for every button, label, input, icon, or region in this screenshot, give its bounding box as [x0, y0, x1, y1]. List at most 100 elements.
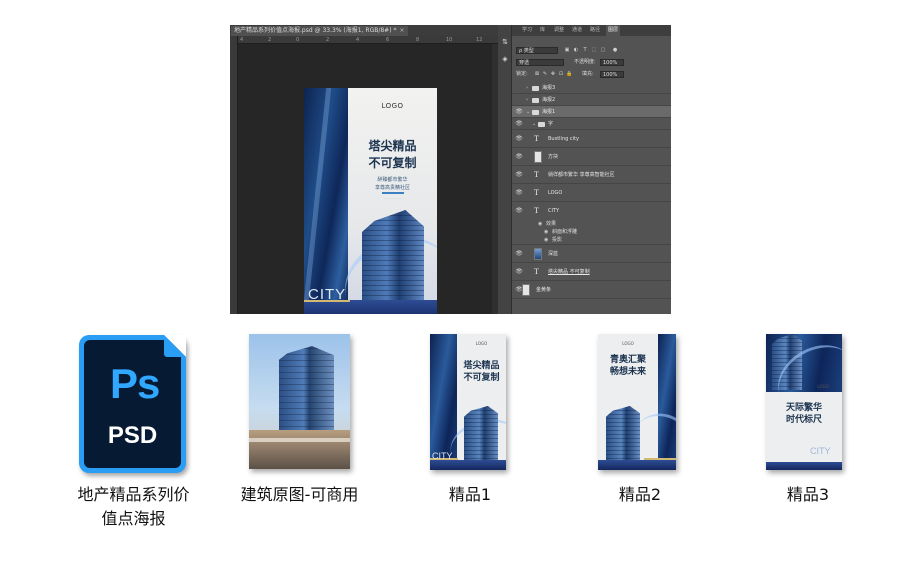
lock-row: 锁定: ⊠ ✎ ✥ ⊡ 🔒 填充: 100%: [512, 69, 671, 80]
layer-row[interactable]: 👁 T Bustling city: [512, 130, 671, 148]
chevron-down-icon[interactable]: ⌄: [526, 106, 530, 118]
layer-row[interactable]: 👁 ⌄ 字: [512, 118, 671, 130]
file-label-photo[interactable]: 建筑原图-可商用: [230, 483, 369, 507]
panel-tool-strip: ⇅ ◈: [498, 25, 512, 314]
poster-base: [766, 462, 842, 470]
eye-icon[interactable]: 👁: [515, 148, 523, 166]
layer-row[interactable]: › 海报2: [512, 94, 671, 106]
poster-building: [464, 406, 498, 466]
poster-thumbnail-3[interactable]: LOGO 天际繁华 时代标尺 CITY: [766, 334, 842, 470]
poster-title-line: 塔尖精品: [463, 361, 500, 371]
layer-row[interactable]: 👁 金黄条: [512, 281, 671, 299]
effect-item-row[interactable]: ◉ 投影: [512, 236, 671, 245]
tab-channels[interactable]: 通道: [572, 25, 582, 36]
horizontal-ruler: 4 2 0 2 4 6 8 10 12: [238, 36, 498, 44]
tab-paths[interactable]: 路径: [590, 25, 600, 36]
shape-filter-icon[interactable]: ⬚: [591, 47, 597, 53]
building-photo-thumbnail[interactable]: [249, 334, 350, 469]
fill-input[interactable]: 100%: [600, 71, 624, 78]
layer-row[interactable]: › 海报3: [512, 82, 671, 94]
file-label-poster-3[interactable]: 精品3: [768, 483, 848, 507]
lock-all-icon[interactable]: 🔒: [566, 71, 572, 77]
folder-icon: [532, 98, 539, 103]
layer-thumbnail: [522, 284, 530, 296]
properties-icon[interactable]: ◈: [501, 55, 509, 63]
chevron-down-icon[interactable]: ⌄: [532, 118, 536, 130]
layer-filter-select[interactable]: ρ 类型: [516, 47, 558, 54]
eye-icon[interactable]: 👁: [515, 184, 523, 202]
eye-icon[interactable]: ◉: [544, 236, 548, 244]
poster-title-line: 时代标尺: [785, 415, 822, 425]
eye-icon[interactable]: 👁: [515, 130, 523, 148]
ruler-tick: 8: [416, 37, 420, 43]
poster-thumbnail-2[interactable]: LOGO 青奥汇聚 畅想未来: [598, 334, 676, 470]
chevron-right-icon[interactable]: ›: [526, 82, 528, 94]
file-label-psd[interactable]: 地产精品系列价 值点海报: [62, 483, 205, 531]
poster-city-text: CITY: [308, 286, 347, 303]
poster-subtitle-line: 醉臻都市繁华: [377, 177, 408, 183]
opacity-label: 不透明度:: [574, 59, 596, 65]
tab-layers[interactable]: 图层: [606, 25, 621, 36]
lock-artboard-icon[interactable]: ⊡: [558, 71, 564, 77]
poster-title: 青奥汇聚 畅想未来: [598, 354, 658, 378]
ruler-tick: 10: [446, 37, 453, 43]
file-label-poster-2[interactable]: 精品2: [600, 483, 680, 507]
document-tab[interactable]: 地产精品系列价值点海报.psd @ 33.3% (海报1, RGB/8#) * ×: [231, 26, 408, 36]
effect-name: 投影: [552, 237, 563, 243]
text-filter-icon[interactable]: T: [582, 47, 588, 53]
document-canvas[interactable]: LOGO 塔尖精品 不可复制 醉臻都市繁华 享尊高贵精社区 ··········…: [238, 44, 498, 314]
eye-icon[interactable]: 👁: [515, 245, 523, 263]
filter-toggle-icon[interactable]: ●: [612, 47, 618, 53]
poster-title-line: 不可复制: [463, 373, 500, 383]
layer-row[interactable]: 👁 T CITY: [512, 202, 671, 220]
layer-name: 方块: [548, 154, 559, 160]
effect-item-row[interactable]: ◉ 斜面和浮雕: [512, 228, 671, 236]
lock-move-icon[interactable]: ✥: [550, 71, 556, 77]
layer-name: 深蓝: [548, 251, 559, 257]
pixel-filter-icon[interactable]: ▣: [564, 47, 570, 53]
file-label-poster-1[interactable]: 精品1: [430, 483, 510, 507]
blend-mode-select[interactable]: 穿透: [516, 59, 564, 66]
poster-artboard[interactable]: LOGO 塔尖精品 不可复制 醉臻都市繁华 享尊高贵精社区 ··········…: [304, 88, 437, 314]
eye-icon[interactable]: 👁: [515, 118, 523, 130]
photo-tower: [279, 346, 334, 438]
close-icon[interactable]: ×: [399, 27, 404, 34]
photoshop-psd-icon[interactable]: Ps PSD: [79, 335, 186, 473]
chevron-right-icon[interactable]: ›: [526, 94, 528, 106]
tab-library[interactable]: 库: [540, 25, 545, 36]
eye-icon[interactable]: 👁: [515, 166, 523, 184]
layer-row[interactable]: 👁 T LOGO: [512, 184, 671, 202]
layers-panel: ⇅ ◈ 学习 库 调整 通道 路径 图层 ρ 类型 ▣ ◐ T ⬚ ▢ ● 穿透…: [498, 25, 671, 314]
poster-logo: LOGO: [622, 341, 634, 346]
history-icon[interactable]: ⇅: [501, 38, 509, 46]
layer-thumbnail: [534, 151, 542, 163]
layer-row[interactable]: 👁 方块: [512, 148, 671, 166]
tab-adjust[interactable]: 调整: [554, 25, 564, 36]
poster-building: [606, 406, 640, 466]
ruler-tick: 2: [326, 37, 330, 43]
ruler-tick: 4: [240, 37, 244, 43]
eye-icon[interactable]: 👁: [515, 263, 523, 281]
eye-icon[interactable]: ◉: [544, 228, 548, 236]
poster-subtitle: 醉臻都市繁华 享尊高贵精社区: [348, 176, 437, 192]
adjust-filter-icon[interactable]: ◐: [573, 47, 579, 53]
layer-row-selected[interactable]: 👁 ⌄ 海报1: [512, 106, 671, 118]
eye-icon[interactable]: 👁: [515, 202, 523, 220]
document-tab-title: 地产精品系列价值点海报.psd @ 33.3% (海报1, RGB/8#) *: [234, 27, 397, 34]
lock-pixels-icon[interactable]: ⊠: [534, 71, 540, 77]
eye-icon[interactable]: ◉: [538, 220, 542, 228]
eye-icon[interactable]: 👁: [515, 106, 523, 118]
effects-row[interactable]: ◉ 效果: [512, 220, 671, 228]
smart-filter-icon[interactable]: ▢: [600, 47, 606, 53]
poster-logo: LOGO: [475, 341, 488, 346]
layer-row[interactable]: 👁 T 塔尖精品 不可复制: [512, 263, 671, 281]
poster-thumbnail-1[interactable]: LOGO 塔尖精品 不可复制 CITY: [430, 334, 506, 470]
poster-city-text: CITY: [810, 446, 831, 456]
opacity-input[interactable]: 100%: [600, 59, 624, 66]
tab-learn[interactable]: 学习: [522, 25, 532, 36]
lock-paint-icon[interactable]: ✎: [542, 71, 548, 77]
layer-row[interactable]: 👁 T 徜徉都市繁华 享尊高智能社区: [512, 166, 671, 184]
text-layer-icon: T: [534, 170, 539, 179]
ruler-tick: 4: [356, 37, 360, 43]
layer-row[interactable]: 👁 深蓝: [512, 245, 671, 263]
